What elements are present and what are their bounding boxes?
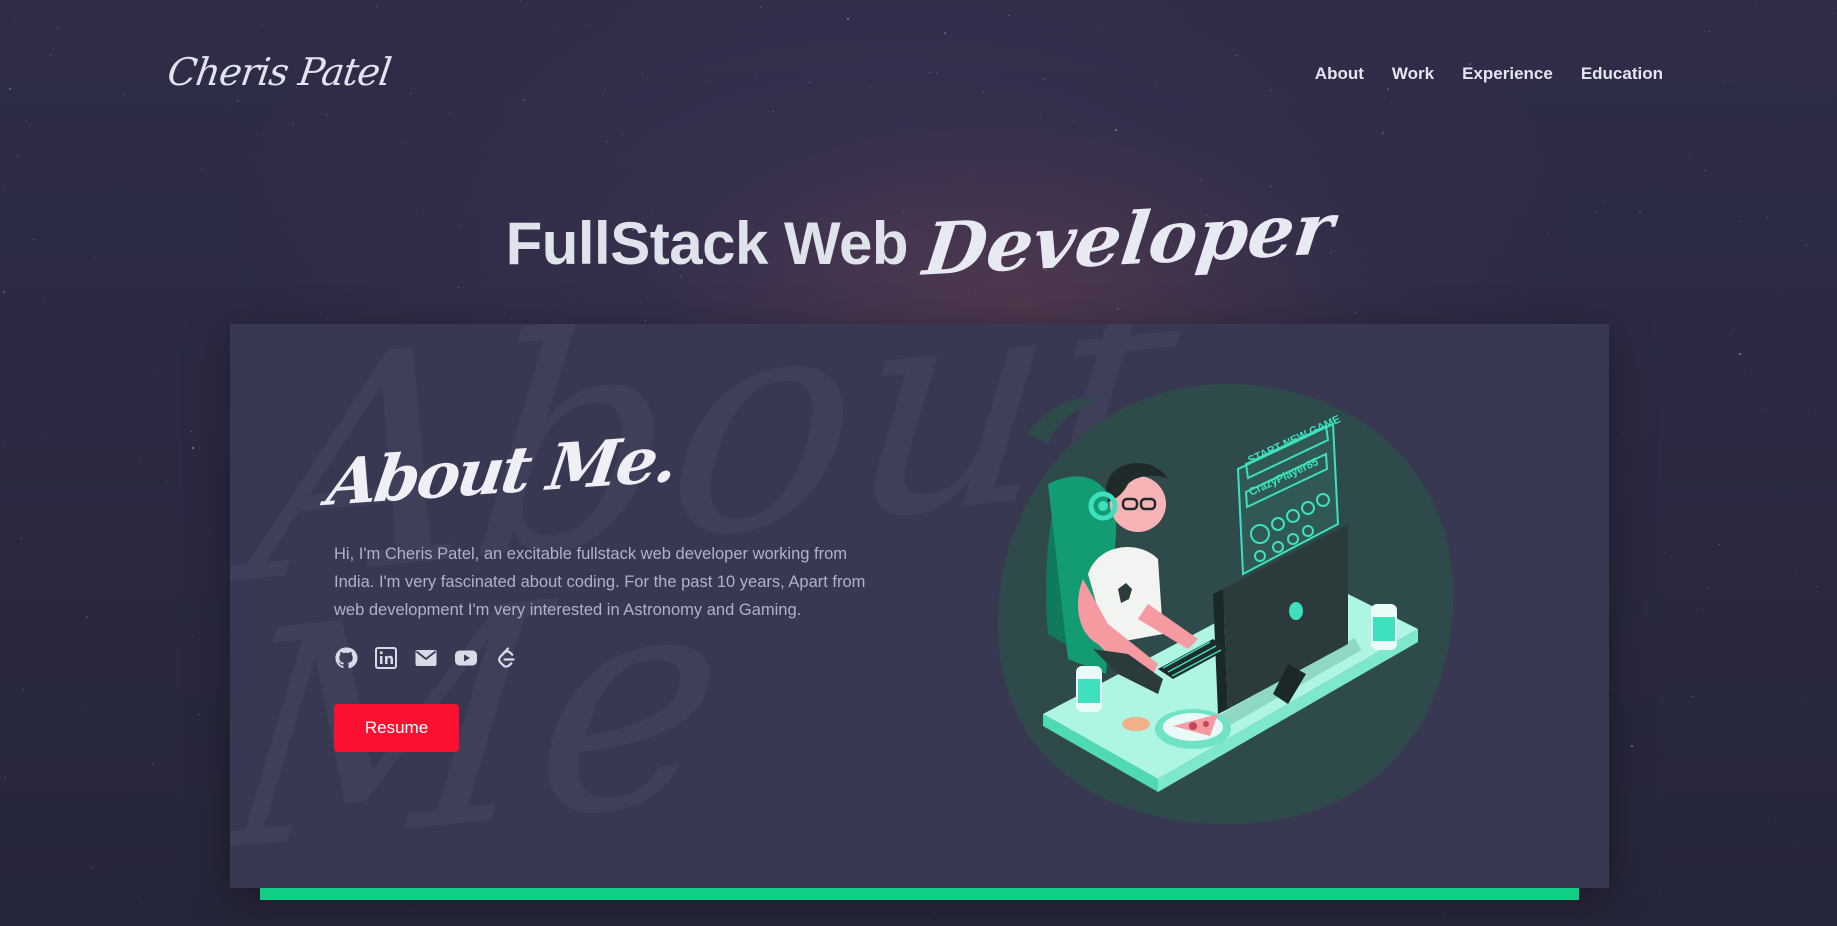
star xyxy=(1689,154,1690,155)
star xyxy=(199,714,200,715)
star xyxy=(1631,745,1633,747)
star xyxy=(1665,553,1666,554)
star xyxy=(5,777,6,778)
star xyxy=(85,708,86,709)
star xyxy=(45,434,46,435)
star xyxy=(152,763,154,765)
star xyxy=(250,152,251,153)
youtube-icon[interactable] xyxy=(454,646,478,670)
star xyxy=(210,535,211,536)
star xyxy=(1355,312,1356,313)
star xyxy=(191,431,192,432)
star xyxy=(5,443,6,444)
star xyxy=(165,480,166,481)
site-header: Cheris Patel About Work Experience Educa… xyxy=(0,0,1837,150)
star xyxy=(1271,186,1272,187)
gamer-illustration: START NEW GAME CrazyPlayer85 xyxy=(988,374,1468,834)
star xyxy=(1660,892,1661,893)
star xyxy=(3,291,5,293)
star xyxy=(968,290,969,291)
star xyxy=(1816,586,1817,587)
nav-link-education[interactable]: Education xyxy=(1581,64,1663,84)
star xyxy=(1705,170,1706,171)
star xyxy=(642,181,643,182)
star xyxy=(91,867,92,868)
star xyxy=(158,372,159,373)
hero-title: FullStack Web Developer xyxy=(0,185,1837,291)
star xyxy=(458,287,459,288)
star xyxy=(1703,608,1704,609)
star xyxy=(645,320,646,321)
star xyxy=(1733,329,1734,330)
main-nav: About Work Experience Education xyxy=(1315,64,1663,84)
star xyxy=(5,188,6,189)
star xyxy=(192,447,194,449)
resume-button[interactable]: Resume xyxy=(334,704,459,752)
hero-title-script: Developer xyxy=(919,185,1339,292)
star xyxy=(1774,818,1775,819)
star xyxy=(1444,915,1445,916)
star xyxy=(1806,702,1807,703)
star xyxy=(327,318,328,319)
star xyxy=(409,910,410,911)
star xyxy=(1797,846,1798,847)
about-description: Hi, I'm Cheris Patel, an excitable fulls… xyxy=(334,545,866,619)
star xyxy=(17,156,18,157)
star xyxy=(1750,372,1751,373)
leetcode-icon[interactable] xyxy=(494,646,518,670)
star xyxy=(44,299,45,300)
nav-link-work[interactable]: Work xyxy=(1392,64,1434,84)
star xyxy=(23,689,24,690)
github-icon[interactable] xyxy=(334,646,358,670)
star xyxy=(201,168,202,169)
about-card: About Me About Me. Hi, I'm Cheris Patel,… xyxy=(230,324,1609,888)
star xyxy=(1615,689,1616,690)
star xyxy=(1739,353,1741,355)
site-logo[interactable]: Cheris Patel xyxy=(165,50,394,94)
nav-link-experience[interactable]: Experience xyxy=(1462,64,1553,84)
star xyxy=(647,296,648,297)
star xyxy=(934,912,935,913)
star xyxy=(192,635,193,636)
star xyxy=(1622,434,1623,435)
social-links xyxy=(334,646,518,670)
email-icon[interactable] xyxy=(414,646,438,670)
star xyxy=(1692,696,1693,697)
gamer-at-desk-image: START NEW GAME CrazyPlayer85 xyxy=(998,384,1454,824)
star xyxy=(1762,408,1763,409)
star xyxy=(1719,544,1720,545)
star xyxy=(348,289,349,290)
star xyxy=(140,460,141,461)
star xyxy=(138,898,139,899)
linkedin-icon[interactable] xyxy=(374,646,398,670)
star xyxy=(1201,179,1202,180)
star xyxy=(511,318,512,319)
nav-link-about[interactable]: About xyxy=(1315,64,1364,84)
card-accent-bar xyxy=(260,888,1579,900)
star xyxy=(21,538,22,539)
star xyxy=(86,616,88,618)
star xyxy=(1117,308,1119,310)
star xyxy=(1808,411,1809,412)
star xyxy=(1795,575,1796,576)
star xyxy=(1707,588,1708,589)
hero-title-plain: FullStack Web xyxy=(505,210,909,277)
